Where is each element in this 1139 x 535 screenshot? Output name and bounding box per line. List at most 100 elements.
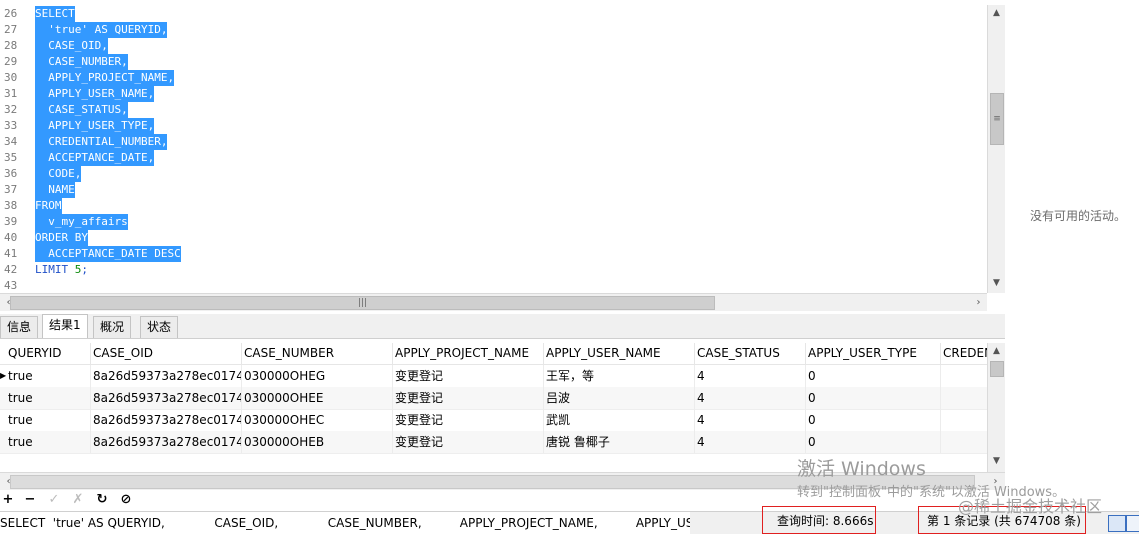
code-token: CASE_OID, xyxy=(35,39,108,52)
discard-changes-icon[interactable]: ✗ xyxy=(70,492,86,508)
editor-line[interactable]: 43 xyxy=(0,278,987,293)
table-cell[interactable] xyxy=(941,365,987,387)
table-cell[interactable]: 吕波 xyxy=(544,387,695,409)
table-cell[interactable]: 030000OHEE xyxy=(242,387,393,409)
code-text: 'true' AS QUERYID, xyxy=(35,22,168,38)
apply-changes-icon[interactable]: ✓ xyxy=(46,492,62,508)
table-row[interactable]: true 8a26d59373a278ec01740 030000OHEB 变更登记唐… xyxy=(0,431,987,454)
table-cell[interactable]: 030000OHEG xyxy=(242,365,393,387)
table-cell[interactable] xyxy=(941,387,987,409)
scroll-down-icon[interactable]: ▼ xyxy=(988,275,1005,292)
editor-line[interactable]: 39 v_my_affairs xyxy=(0,214,987,230)
tab-status[interactable]: 状态 xyxy=(140,316,179,338)
table-cell[interactable]: 0 xyxy=(806,387,941,409)
editor-line[interactable]: 31 APPLY_USER_NAME, xyxy=(0,86,987,102)
editor-line[interactable]: 38 FROM xyxy=(0,198,987,214)
editor-line[interactable]: 34 CREDENTIAL_NUMBER, xyxy=(0,134,987,150)
table-cell[interactable]: 8a26d59373a278ec01740 xyxy=(91,431,242,453)
table-row[interactable]: ▶ true 8a26d59373a278ec01740 030000OHEG 变更登记… xyxy=(0,365,987,388)
add-record-icon[interactable]: + xyxy=(0,492,16,508)
table-cell[interactable]: 唐锐 鲁椰子 xyxy=(544,431,695,453)
table-cell[interactable]: true xyxy=(6,387,91,409)
table-cell[interactable]: 变更登记 xyxy=(393,431,544,453)
table-cell[interactable]: 030000OHEC xyxy=(242,409,393,431)
table-cell[interactable]: 4 xyxy=(695,431,806,453)
line-number: 30 xyxy=(4,71,18,84)
stop-icon[interactable]: ⊘ xyxy=(118,492,134,508)
table-cell[interactable]: 0 xyxy=(806,409,941,431)
grid-vertical-scrollbar[interactable]: ▲ ▼ xyxy=(987,343,1005,472)
editor-horizontal-scrollbar[interactable]: ‹ ||| › xyxy=(0,293,987,311)
code-text: FROM xyxy=(35,198,62,214)
code-text: LIMIT 5; xyxy=(35,262,88,278)
editor-line[interactable]: 30 APPLY_PROJECT_NAME, xyxy=(0,70,987,86)
table-cell[interactable]: 武凯 xyxy=(544,409,695,431)
refresh-icon[interactable]: ↻ xyxy=(94,492,110,508)
column-header[interactable]: APPLY_PROJECT_NAME xyxy=(393,343,544,364)
tab-result1[interactable]: 结果1 xyxy=(42,314,88,338)
grid-view-icon[interactable] xyxy=(1108,515,1126,532)
editor-line[interactable]: 33 APPLY_USER_TYPE, xyxy=(0,118,987,134)
code-text: CODE, xyxy=(35,166,82,182)
column-header[interactable]: QUERYID xyxy=(6,343,91,364)
editor-line[interactable]: 40 ORDER BY xyxy=(0,230,987,246)
editor-line[interactable]: 41 ACCEPTANCE_DATE DESC xyxy=(0,246,987,262)
table-cell[interactable]: true xyxy=(6,431,91,453)
line-number: 36 xyxy=(4,167,18,180)
code-token: v_my_affairs xyxy=(35,215,128,228)
editor-line[interactable]: 29 CASE_NUMBER, xyxy=(0,54,987,70)
editor-line[interactable]: 32 CASE_STATUS, xyxy=(0,102,987,118)
table-cell[interactable]: 4 xyxy=(695,409,806,431)
scroll-down-icon[interactable]: ▼ xyxy=(988,453,1005,470)
column-header[interactable]: APPLY_USER_NAME xyxy=(544,343,695,364)
column-header[interactable]: APPLY_USER_TYPE xyxy=(806,343,941,364)
table-cell[interactable]: 8a26d59373a278ec01740 xyxy=(91,409,242,431)
table-cell[interactable] xyxy=(941,431,987,453)
scroll-right-icon[interactable]: › xyxy=(970,294,987,311)
table-row[interactable]: true 8a26d59373a278ec01740 030000OHEC 变更登记武… xyxy=(0,409,987,432)
table-cell[interactable]: 变更登记 xyxy=(393,387,544,409)
table-cell[interactable]: 4 xyxy=(695,365,806,387)
editor-scroll-thumb[interactable]: ≡ xyxy=(990,93,1004,145)
editor-line[interactable]: 36 CODE, xyxy=(0,166,987,182)
table-cell[interactable]: 8a26d59373a278ec01740 xyxy=(91,387,242,409)
column-header[interactable]: CREDEN xyxy=(941,343,987,364)
table-cell[interactable]: true xyxy=(6,409,91,431)
table-cell[interactable]: 0 xyxy=(806,365,941,387)
table-cell[interactable] xyxy=(941,409,987,431)
grid-scroll-thumb[interactable] xyxy=(990,361,1004,377)
scroll-up-icon[interactable]: ▲ xyxy=(988,343,1005,360)
code-token: LIMIT xyxy=(35,263,75,276)
editor-line[interactable]: 35 ACCEPTANCE_DATE, xyxy=(0,150,987,166)
code-token: SELECT xyxy=(35,7,75,20)
table-cell[interactable]: 变更登记 xyxy=(393,409,544,431)
tab-overview[interactable]: 概况 xyxy=(93,316,132,338)
column-header[interactable]: CASE_NUMBER xyxy=(242,343,393,364)
form-view-icon[interactable] xyxy=(1126,515,1139,532)
table-cell[interactable]: 0 xyxy=(806,431,941,453)
editor-vertical-scrollbar[interactable]: ▲ ≡ ▼ xyxy=(987,5,1005,293)
editor-line[interactable]: 37 NAME xyxy=(0,182,987,198)
editor-line[interactable]: 26 SELECT xyxy=(0,6,987,22)
column-header[interactable]: CASE_OID xyxy=(91,343,242,364)
editor-line[interactable]: 42 LIMIT 5; xyxy=(0,262,987,278)
table-row[interactable]: true 8a26d59373a278ec01740 030000OHEE 变更登记吕… xyxy=(0,387,987,410)
editor-hscroll-thumb[interactable]: ||| xyxy=(10,296,715,310)
editor-line[interactable]: 28 CASE_OID, xyxy=(0,38,987,54)
column-header[interactable]: CASE_STATUS xyxy=(695,343,806,364)
editor-line[interactable]: 27 'true' AS QUERYID, xyxy=(0,22,987,38)
table-cell[interactable]: 变更登记 xyxy=(393,365,544,387)
scroll-up-icon[interactable]: ▲ xyxy=(988,5,1005,22)
sql-editor[interactable]: 26 SELECT 27 'true' AS QUERYID, 28 CASE_OID… xyxy=(0,0,987,293)
tab-info[interactable]: 信息 xyxy=(0,316,39,338)
table-cell[interactable]: true xyxy=(6,365,91,387)
code-token: ORDER BY xyxy=(35,231,88,244)
line-number: 43 xyxy=(4,279,18,292)
table-cell[interactable]: 030000OHEB xyxy=(242,431,393,453)
table-cell[interactable]: 王军，等 xyxy=(544,365,695,387)
code-text: CASE_STATUS, xyxy=(35,102,128,118)
table-cell[interactable]: 4 xyxy=(695,387,806,409)
delete-record-icon[interactable]: − xyxy=(22,492,38,508)
table-cell[interactable]: 8a26d59373a278ec01740 xyxy=(91,365,242,387)
code-token: CASE_NUMBER, xyxy=(35,55,128,68)
